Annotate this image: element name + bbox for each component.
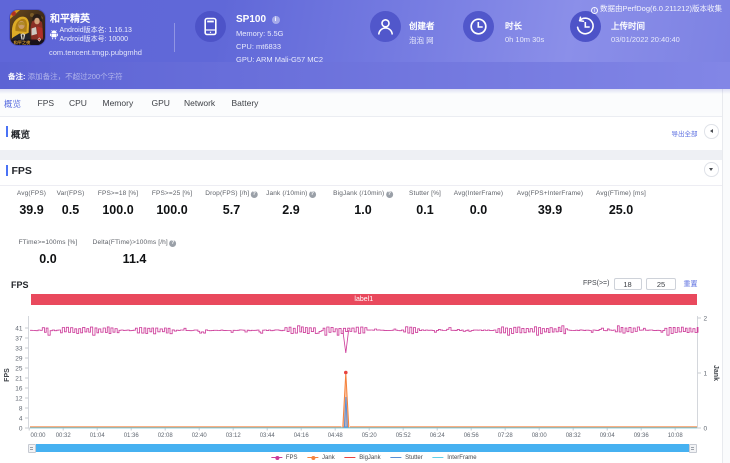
svg-text:08:00: 08:00 — [532, 433, 548, 439]
svg-text:1: 1 — [704, 370, 708, 377]
svg-text:21: 21 — [15, 375, 23, 382]
svg-text:03:12: 03:12 — [226, 433, 242, 439]
svg-text:06:56: 06:56 — [464, 433, 480, 439]
svg-text:4: 4 — [19, 415, 23, 422]
svg-text:04:48: 04:48 — [328, 433, 344, 439]
svg-text:16: 16 — [15, 385, 23, 392]
svg-text:25: 25 — [15, 365, 23, 372]
svg-text:Jank: Jank — [712, 365, 719, 381]
svg-text:10:08: 10:08 — [668, 433, 684, 439]
svg-text:12: 12 — [15, 395, 23, 402]
svg-text:08:32: 08:32 — [566, 433, 582, 439]
svg-text:02:08: 02:08 — [158, 433, 174, 439]
svg-text:37: 37 — [15, 335, 23, 342]
svg-text:29: 29 — [15, 355, 23, 362]
svg-text:06:24: 06:24 — [430, 433, 446, 439]
svg-text:09:04: 09:04 — [600, 433, 616, 439]
svg-text:33: 33 — [15, 345, 23, 352]
svg-text:00:00: 00:00 — [31, 433, 47, 439]
svg-text:41: 41 — [15, 325, 23, 332]
svg-text:09:36: 09:36 — [634, 433, 650, 439]
svg-text:03:44: 03:44 — [260, 433, 276, 439]
svg-text:05:20: 05:20 — [362, 433, 378, 439]
svg-text:01:36: 01:36 — [124, 433, 140, 439]
svg-text:0: 0 — [19, 425, 23, 432]
svg-text:2: 2 — [704, 315, 708, 322]
svg-text:00:32: 00:32 — [56, 433, 72, 439]
svg-text:05:52: 05:52 — [396, 433, 412, 439]
svg-text:0: 0 — [704, 425, 708, 432]
svg-text:8: 8 — [19, 405, 23, 412]
svg-text:FPS: FPS — [4, 368, 11, 382]
svg-text:07:28: 07:28 — [498, 433, 514, 439]
svg-text:02:40: 02:40 — [192, 433, 208, 439]
svg-text:04:16: 04:16 — [294, 433, 310, 439]
svg-text:01:04: 01:04 — [90, 433, 106, 439]
